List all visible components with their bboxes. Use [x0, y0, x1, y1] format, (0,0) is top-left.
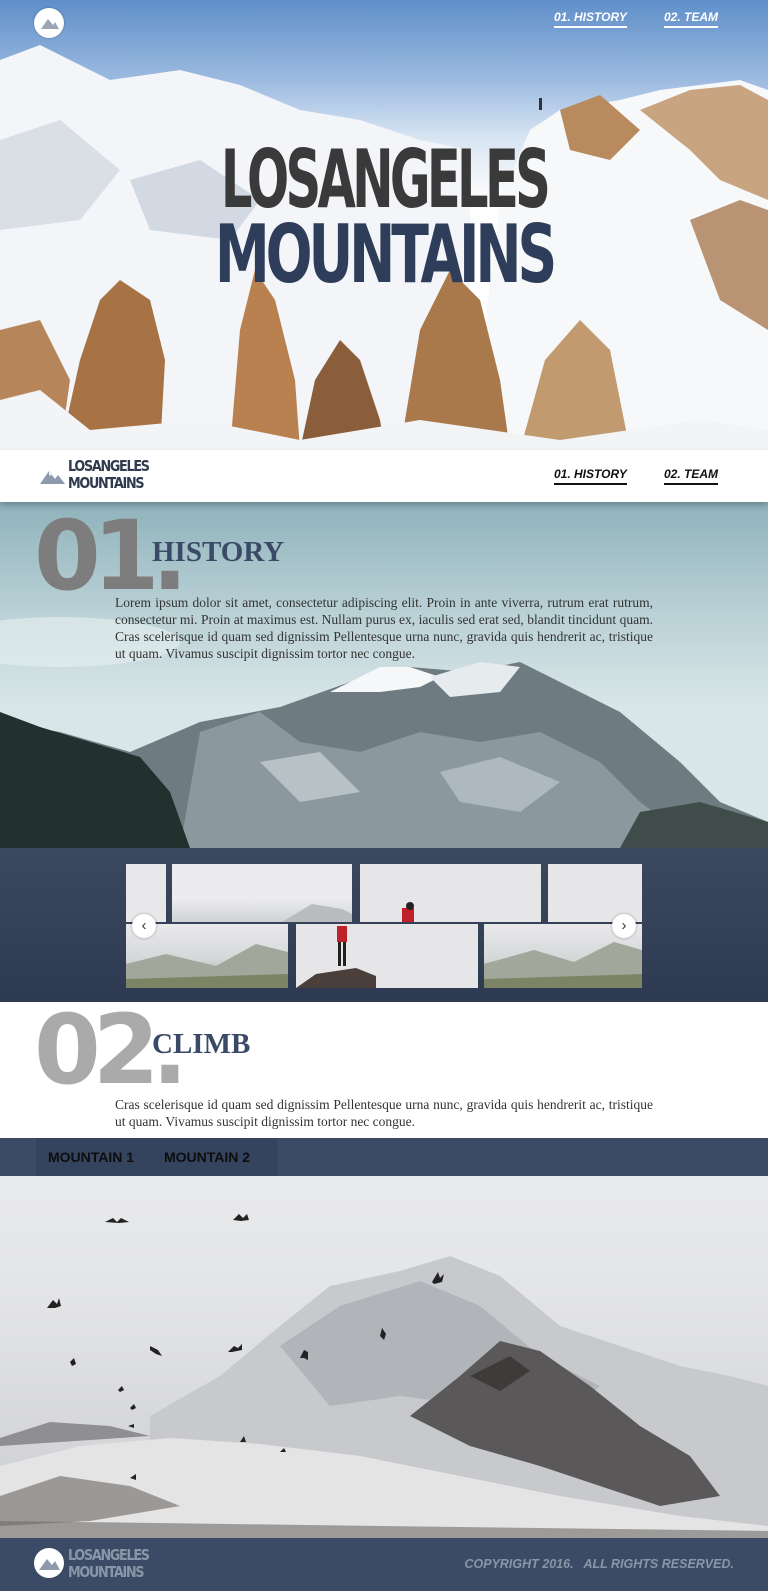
brand-name: LOSANGELES MOUNTAINS [68, 457, 150, 492]
climb-mountain-photo [0, 1214, 768, 1538]
gallery-photo-image [296, 926, 376, 988]
nav-team-link[interactable]: 02. TEAM [664, 10, 719, 28]
gallery-photo[interactable] [360, 864, 541, 922]
climb-title: CLIMB [152, 1028, 251, 1060]
climb-section: 02. CLIMB Cras scelerisque id quam sed d… [0, 1002, 768, 1138]
gallery-photo-image [282, 904, 352, 922]
footer-brand-name: LOSANGELES MOUNTAINS [68, 1546, 150, 1581]
climb-text: Cras scelerisque id quam sed dignissim P… [115, 1097, 653, 1129]
mountain-tabs: MOUNTAIN 1 MOUNTAIN 2 [0, 1138, 768, 1176]
history-title: HISTORY [152, 536, 285, 568]
chevron-right-icon: › [621, 917, 627, 934]
brand-name-line2: MOUNTAINS [68, 474, 145, 492]
footer-logo-icon[interactable] [34, 1548, 64, 1578]
gallery-photo-image [402, 902, 414, 922]
photo-gallery: ‹ › [0, 848, 768, 1002]
mountain-icon [41, 19, 59, 29]
tab-mountain-1[interactable]: MOUNTAIN 1 [36, 1138, 166, 1176]
footer-brand-line1: LOSANGELES [68, 1546, 150, 1564]
tab-mountain-2[interactable]: MOUNTAIN 2 [154, 1138, 278, 1176]
footer: LOSANGELES MOUNTAINS COPYRIGHT 2016. ALL… [0, 1538, 768, 1591]
gallery-photo[interactable] [296, 924, 478, 988]
gallery-photo[interactable] [548, 864, 642, 922]
mountain-icon [40, 471, 65, 484]
brand-logo-icon[interactable] [38, 462, 66, 490]
nav-team-link[interactable]: 02. TEAM [664, 467, 719, 485]
climb-mountain-image [0, 1176, 768, 1538]
gallery-photo[interactable] [172, 864, 352, 922]
gallery-next-button[interactable]: › [612, 914, 636, 938]
brand-logo-icon[interactable] [34, 8, 64, 38]
nav-history-link[interactable]: 01. HISTORY [554, 10, 627, 28]
chevron-left-icon: ‹ [141, 917, 147, 934]
hero-title-line2: MOUNTAINS [214, 208, 557, 301]
mountain-icon [39, 1559, 60, 1570]
brand-name-line1: LOSANGELES [68, 457, 150, 475]
history-section: 01. HISTORY Lorem ipsum dolor sit amet, … [0, 502, 768, 848]
copyright-text: COPYRIGHT 2016. ALL RIGHTS RESERVED. [464, 1557, 734, 1571]
hero-section: 01. HISTORY 02. TEAM LOSANGELES MOUNTAIN… [0, 0, 768, 450]
footer-brand-line2: MOUNTAINS [68, 1563, 145, 1581]
nav-history-link[interactable]: 01. HISTORY [554, 467, 627, 485]
sticky-navbar: LOSANGELES MOUNTAINS 01. HISTORY 02. TEA… [0, 450, 768, 502]
gallery-prev-button[interactable]: ‹ [132, 914, 156, 938]
history-text: Lorem ipsum dolor sit amet, consectetur … [115, 595, 653, 661]
